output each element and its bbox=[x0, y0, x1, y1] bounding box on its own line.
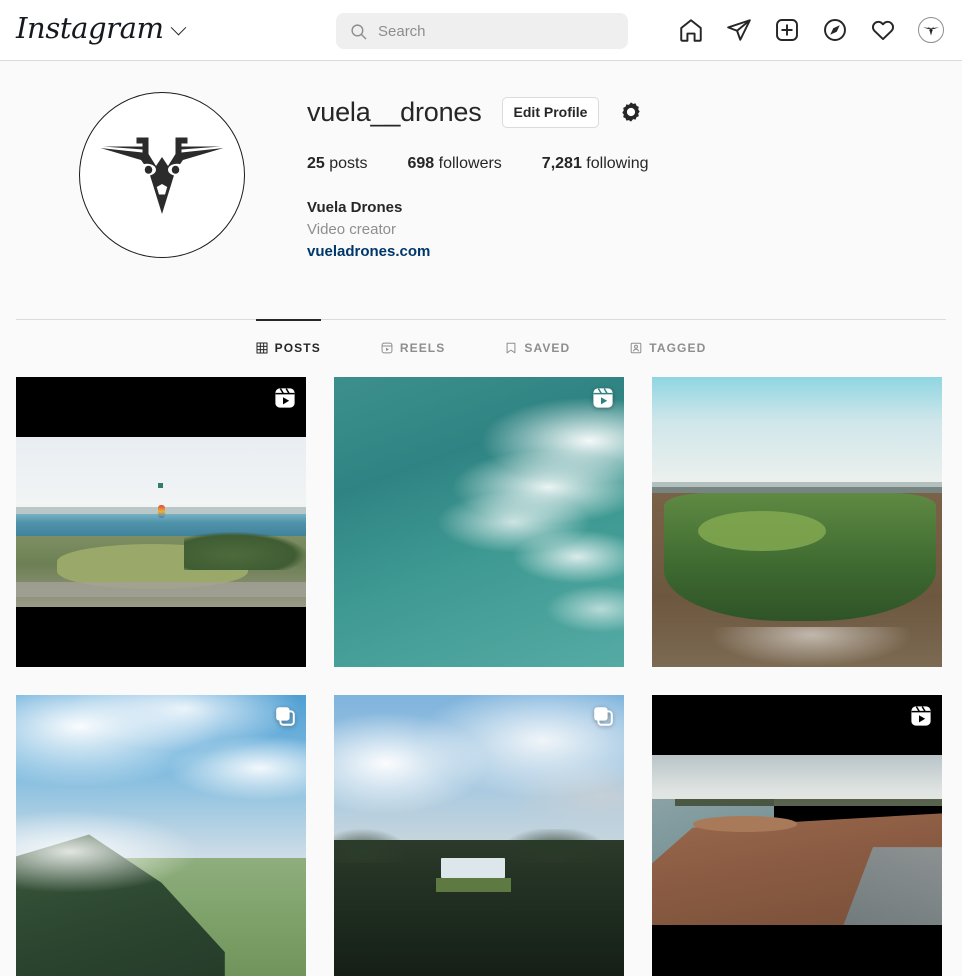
post-tile[interactable] bbox=[334, 377, 624, 668]
search-bar[interactable]: Search bbox=[336, 13, 628, 49]
activity-heart-icon[interactable] bbox=[870, 17, 896, 43]
profile-website-link[interactable]: vueladrones.com bbox=[307, 241, 946, 263]
profile-info-column: vuela__drones Edit Profile 25 posts 698 … bbox=[307, 91, 946, 262]
post-tile[interactable] bbox=[652, 377, 942, 668]
mist-layer bbox=[16, 811, 196, 893]
fairway-layer bbox=[698, 510, 826, 552]
profile-tabs: POSTS REELS SAVED TAGGED bbox=[16, 319, 946, 374]
tab-tagged-label: TAGGED bbox=[649, 340, 707, 355]
page-title: vuela__drones bbox=[307, 96, 482, 127]
tab-posts[interactable]: POSTS bbox=[255, 319, 321, 373]
reels-icon bbox=[381, 342, 393, 354]
sky-layer bbox=[652, 377, 942, 488]
post-media bbox=[334, 695, 624, 976]
messenger-icon[interactable] bbox=[726, 17, 752, 43]
stat-posts: 25 posts bbox=[307, 155, 368, 173]
post-tile[interactable] bbox=[334, 695, 624, 976]
shoreline-trees-layer bbox=[675, 799, 942, 807]
home-icon[interactable] bbox=[678, 17, 704, 43]
post-media bbox=[652, 377, 942, 668]
profile-header: vuela__drones Edit Profile 25 posts 698 … bbox=[0, 61, 962, 262]
post-media bbox=[16, 695, 306, 976]
gear-icon[interactable] bbox=[619, 100, 643, 124]
tab-reels-label: REELS bbox=[399, 340, 446, 355]
username-row: vuela__drones Edit Profile bbox=[307, 95, 946, 129]
profile-stats: 25 posts 698 followers 7,281 following bbox=[307, 155, 946, 173]
letterbox-bottom bbox=[16, 607, 306, 668]
instagram-brand[interactable]: Instagram bbox=[16, 14, 186, 46]
bookmark-icon bbox=[506, 342, 516, 354]
post-media bbox=[16, 437, 306, 608]
post-tile[interactable] bbox=[16, 377, 306, 668]
profile-avatar-icon[interactable] bbox=[918, 17, 944, 43]
avatar-column bbox=[16, 91, 307, 262]
eagle-logo-mini-icon bbox=[923, 26, 939, 36]
explore-compass-icon[interactable] bbox=[822, 17, 848, 43]
stat-followers-label: followers bbox=[438, 155, 502, 172]
tagged-person-icon bbox=[630, 342, 642, 354]
drone-dot-layer bbox=[158, 483, 164, 489]
instagram-wordmark[interactable]: Instagram bbox=[16, 14, 164, 46]
peninsula-layer bbox=[663, 493, 937, 621]
road-layer bbox=[16, 581, 306, 598]
eagle-drone-logo-icon bbox=[100, 137, 223, 214]
building-layer bbox=[441, 857, 506, 878]
tab-saved[interactable]: SAVED bbox=[505, 319, 570, 373]
lawn-layer bbox=[435, 877, 511, 893]
stat-following-label: following bbox=[586, 155, 649, 172]
stat-followers[interactable]: 698 followers bbox=[408, 155, 502, 173]
sand-spit-layer bbox=[692, 816, 797, 832]
post-tile[interactable] bbox=[652, 695, 942, 976]
letterbox-top bbox=[652, 695, 942, 756]
search-input-placeholder[interactable]: Search bbox=[378, 23, 426, 40]
letterbox-top bbox=[16, 377, 306, 438]
sky-layer bbox=[16, 437, 306, 509]
post-tile[interactable] bbox=[16, 695, 306, 976]
post-grid bbox=[0, 377, 962, 976]
chevron-down-icon[interactable] bbox=[170, 19, 186, 35]
tab-posts-label: POSTS bbox=[274, 341, 321, 356]
profile-bio: Vuela Drones Video creator vueladrones.c… bbox=[307, 197, 946, 262]
stat-posts-count: 25 bbox=[307, 155, 325, 172]
stat-followers-count: 698 bbox=[407, 155, 435, 172]
post-media bbox=[334, 377, 624, 668]
tab-saved-label: SAVED bbox=[524, 340, 571, 355]
tab-tagged[interactable]: TAGGED bbox=[630, 319, 706, 373]
post-media bbox=[652, 755, 942, 926]
foam-layer bbox=[710, 626, 913, 668]
parasail-layer bbox=[158, 505, 166, 519]
stat-following[interactable]: 7,281 following bbox=[542, 155, 649, 173]
edit-profile-button[interactable]: Edit Profile bbox=[501, 96, 600, 128]
letterbox-bottom bbox=[652, 925, 942, 976]
tab-reels[interactable]: REELS bbox=[381, 319, 446, 373]
profile-category: Video creator bbox=[307, 220, 396, 238]
nav-icon-group bbox=[678, 17, 944, 43]
profile-avatar[interactable] bbox=[78, 92, 245, 258]
stat-posts-label: posts bbox=[329, 155, 368, 172]
stat-following-count: 7,281 bbox=[541, 155, 582, 172]
trees-layer bbox=[184, 532, 306, 570]
search-icon bbox=[351, 23, 367, 39]
grid-icon bbox=[256, 342, 268, 354]
profile-full-name: Vuela Drones bbox=[307, 199, 403, 216]
top-navigation-bar: Instagram Search bbox=[0, 0, 962, 61]
new-post-icon[interactable] bbox=[774, 17, 800, 43]
foam-layer bbox=[334, 377, 624, 668]
